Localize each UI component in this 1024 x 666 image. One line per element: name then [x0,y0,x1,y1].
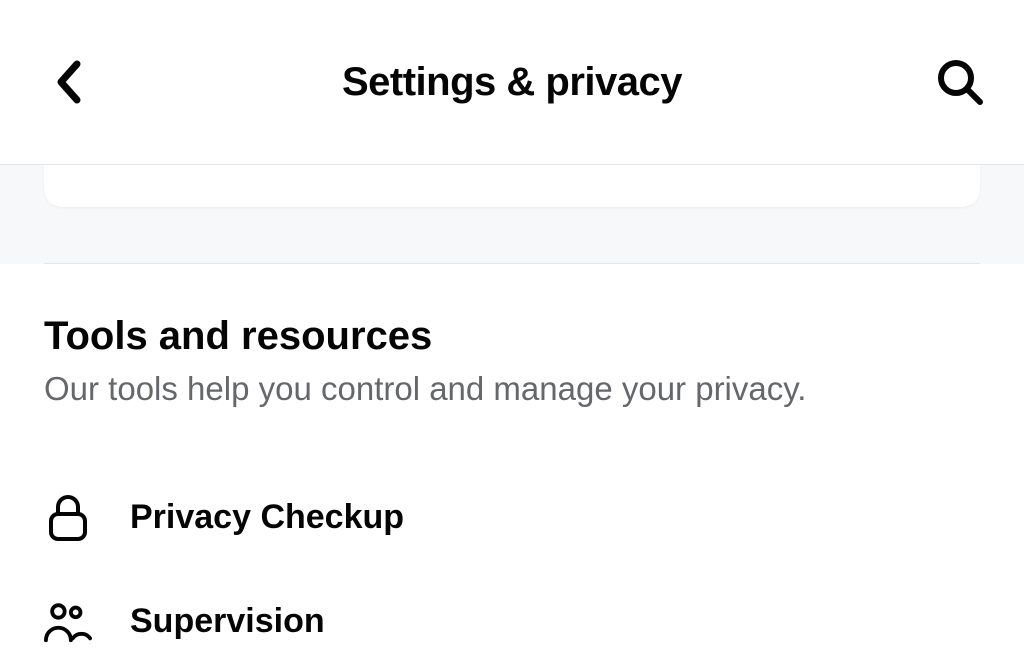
content-area [0,165,1024,264]
header-bar: Settings & privacy [0,0,1024,165]
section-subtitle: Our tools help you control and manage yo… [44,367,980,412]
row-label: Supervision [130,602,325,641]
chevron-left-icon [55,60,81,104]
row-supervision[interactable]: Supervision [44,570,980,666]
page-title: Settings & privacy [342,60,682,105]
row-label: Privacy Checkup [130,498,404,537]
lock-icon [44,494,92,542]
back-button[interactable] [44,58,92,106]
section-title: Tools and resources [44,314,980,359]
tools-section: Tools and resources Our tools help you c… [0,264,1024,666]
people-icon [44,598,92,646]
previous-card-bottom [44,165,980,207]
search-icon [935,57,985,107]
search-button[interactable] [932,54,988,110]
row-privacy-checkup[interactable]: Privacy Checkup [44,466,980,570]
